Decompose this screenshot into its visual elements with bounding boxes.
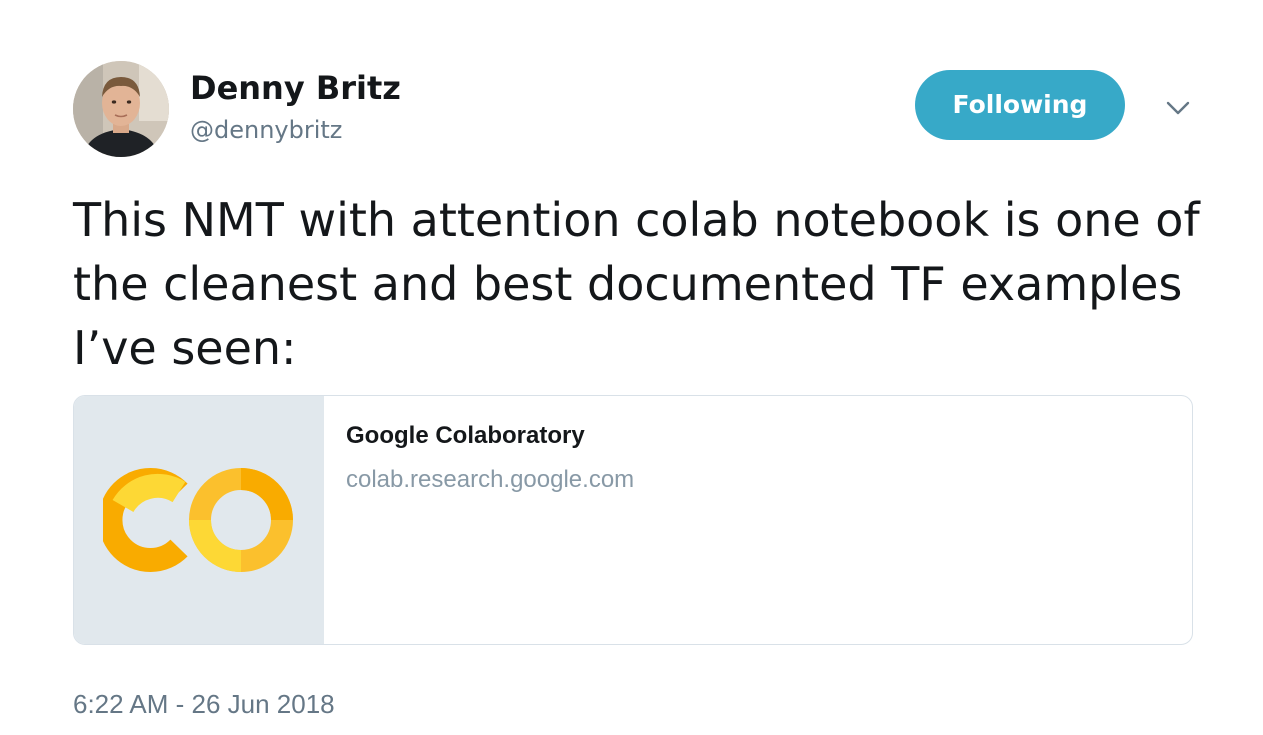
following-button[interactable]: Following	[915, 70, 1125, 140]
colab-logo-icon	[103, 468, 293, 572]
card-image	[74, 396, 324, 644]
card-title[interactable]: Google Colaboratory	[346, 420, 585, 452]
card-url[interactable]: colab.research.google.com	[346, 464, 634, 496]
profile-photo-icon	[73, 61, 169, 157]
avatar[interactable]	[73, 61, 169, 157]
author-name[interactable]: Denny Britz	[190, 68, 401, 108]
chevron-down-icon	[1166, 101, 1190, 115]
author-handle[interactable]: @dennybritz	[190, 114, 342, 146]
tweet-timestamp[interactable]: 6:22 AM - 26 Jun 2018	[73, 688, 335, 720]
link-card[interactable]: Google Colaboratory colab.research.googl…	[73, 395, 1193, 645]
more-menu-button[interactable]	[1160, 93, 1196, 123]
tweet-text: This NMT with attention colab notebook i…	[73, 193, 1200, 375]
tweet: Denny Britz @dennybritz Following This N…	[0, 0, 1263, 735]
